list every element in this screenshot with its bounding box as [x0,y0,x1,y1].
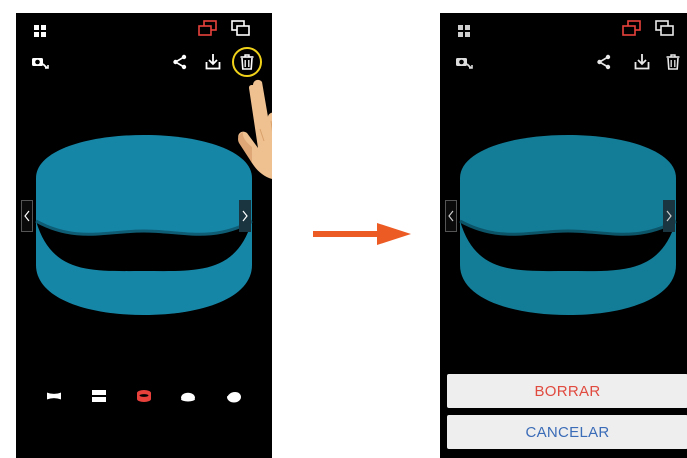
multi-view-icon[interactable] [655,19,675,37]
delete-button-label: BORRAR [534,382,601,400]
next-arrow-button[interactable] [663,200,675,232]
cylinder-panorama-view [440,123,687,333]
ring-outer-surface [36,135,252,315]
grid-icon[interactable] [34,25,46,37]
dual-view-icon[interactable] [89,387,109,405]
cancel-button-label: CANCELAR [525,423,610,441]
phone-screen-after: BORRAR CANCELAR [440,13,687,458]
cancel-button[interactable]: CANCELAR [447,415,687,449]
next-arrow-button[interactable] [239,200,251,232]
tap-highlight-ring [232,47,262,77]
fisheye-view-icon[interactable] [224,387,244,405]
download-icon[interactable] [634,53,650,70]
multi-view-red-icon[interactable] [622,19,642,37]
multi-view-icon[interactable] [231,19,251,37]
view-mode-bar [16,381,272,411]
phone-screen-before [16,13,272,458]
camera-rotate-icon[interactable] [31,55,49,69]
share-icon[interactable] [172,54,188,70]
screenshot-canvas: BORRAR CANCELAR [0,0,687,458]
grid-icon[interactable] [458,25,470,37]
panorama-icon[interactable] [44,387,64,405]
trash-icon[interactable] [666,54,680,70]
previous-arrow-button[interactable] [445,200,457,232]
multi-view-red-icon[interactable] [198,19,218,37]
download-icon[interactable] [205,53,221,70]
transition-arrow [313,219,413,249]
dome-view-icon[interactable] [178,387,198,405]
cylinder-panorama-view[interactable] [16,123,272,333]
previous-arrow-button[interactable] [21,200,33,232]
share-icon[interactable] [596,54,612,70]
delete-button[interactable]: BORRAR [447,374,687,408]
camera-rotate-icon[interactable] [455,55,473,69]
ring-outer-surface [460,135,676,315]
cylinder-view-icon[interactable] [134,387,154,405]
